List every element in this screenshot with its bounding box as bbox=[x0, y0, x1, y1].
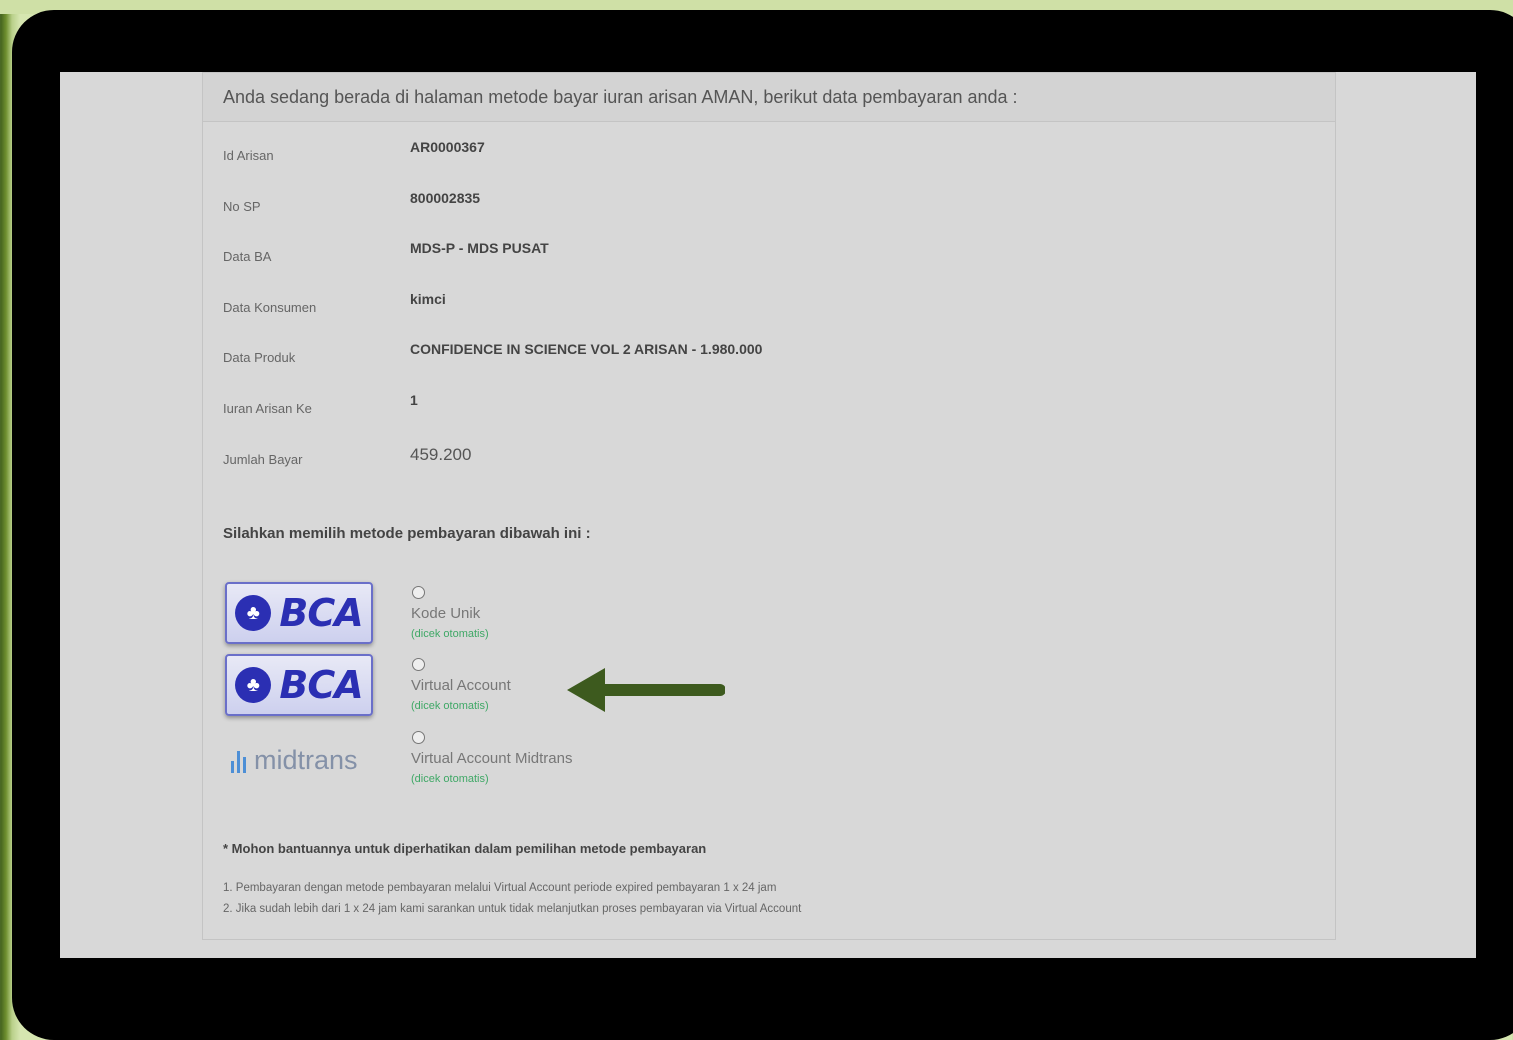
detail-row-no-sp: No SP 800002835 bbox=[223, 190, 1223, 214]
detail-label: Data Produk bbox=[223, 350, 296, 365]
detail-row-data-ba: Data BA MDS-P - MDS PUSAT bbox=[223, 240, 1223, 264]
detail-label: No SP bbox=[223, 199, 261, 214]
detail-label: Iuran Arisan Ke bbox=[223, 401, 312, 416]
detail-label: Id Arisan bbox=[223, 148, 274, 163]
payment-option-virtual-account[interactable]: Virtual Account (dicek otomatis) bbox=[411, 658, 511, 712]
payment-panel: Anda sedang berada di halaman metode bay… bbox=[202, 72, 1336, 940]
page-title: Anda sedang berada di halaman metode bay… bbox=[203, 73, 1335, 122]
radio-unchecked-icon[interactable] bbox=[412, 658, 425, 671]
detail-label: Jumlah Bayar bbox=[223, 452, 303, 467]
bca-mark-icon: ♣ bbox=[235, 595, 272, 631]
detail-label: Data BA bbox=[223, 249, 272, 264]
detail-value: AR0000367 bbox=[410, 139, 485, 155]
detail-value: kimci bbox=[410, 291, 446, 307]
detail-value: MDS-P - MDS PUSAT bbox=[410, 240, 549, 256]
payment-option-virtual-account-midtrans[interactable]: Virtual Account Midtrans (dicek otomatis… bbox=[411, 731, 572, 785]
option-note: (dicek otomatis) bbox=[411, 628, 489, 640]
detail-value: 1 bbox=[410, 392, 418, 408]
payment-method-prompt: Silahkan memilih metode pembayaran dibaw… bbox=[223, 525, 591, 542]
detail-row-jumlah-bayar: Jumlah Bayar 459.200 bbox=[223, 443, 1223, 467]
detail-value: CONFIDENCE IN SCIENCE VOL 2 ARISAN - 1.9… bbox=[410, 341, 763, 357]
option-note: (dicek otomatis) bbox=[411, 773, 489, 785]
bca-logo: ♣ BCA bbox=[225, 582, 373, 644]
notice-line: 1. Pembayaran dengan metode pembayaran m… bbox=[223, 882, 777, 894]
radio-unchecked-icon[interactable] bbox=[412, 586, 425, 599]
detail-row-iuran-ke: Iuran Arisan Ke 1 bbox=[223, 392, 1223, 416]
detail-row-data-produk: Data Produk CONFIDENCE IN SCIENCE VOL 2 … bbox=[223, 341, 1223, 365]
midtrans-logo-text: midtrans bbox=[254, 745, 358, 775]
detail-row-id-arisan: Id Arisan AR0000367 bbox=[223, 139, 1223, 163]
page-title-text: Anda sedang berada di halaman metode bay… bbox=[223, 86, 1018, 107]
option-label[interactable]: Kode Unik bbox=[411, 605, 489, 622]
browser-screen: Anda sedang berada di halaman metode bay… bbox=[60, 72, 1476, 958]
detail-value: 459.200 bbox=[410, 445, 472, 464]
notice-title: * Mohon bantuannya untuk diperhatikan da… bbox=[223, 841, 707, 856]
bca-mark-icon: ♣ bbox=[235, 667, 272, 703]
detail-row-data-konsumen: Data Konsumen kimci bbox=[223, 291, 1223, 315]
option-note: (dicek otomatis) bbox=[411, 700, 489, 712]
bca-logo-text: BCA bbox=[279, 663, 363, 707]
notice-line: 2. Jika sudah lebih dari 1 x 24 jam kami… bbox=[223, 903, 802, 915]
detail-label: Data Konsumen bbox=[223, 300, 317, 315]
bca-logo-text: BCA bbox=[279, 591, 363, 635]
midtrans-logo: midtrans bbox=[231, 745, 358, 776]
radio-unchecked-icon[interactable] bbox=[412, 731, 425, 744]
midtrans-bars-icon bbox=[231, 749, 246, 773]
payment-option-kode-unik[interactable]: Kode Unik (dicek otomatis) bbox=[411, 586, 489, 640]
option-label[interactable]: Virtual Account Midtrans bbox=[411, 750, 572, 767]
detail-value: 800002835 bbox=[410, 190, 481, 206]
arrow-left-icon bbox=[567, 668, 725, 712]
option-label[interactable]: Virtual Account bbox=[411, 677, 511, 694]
bca-logo: ♣ BCA bbox=[225, 654, 373, 716]
